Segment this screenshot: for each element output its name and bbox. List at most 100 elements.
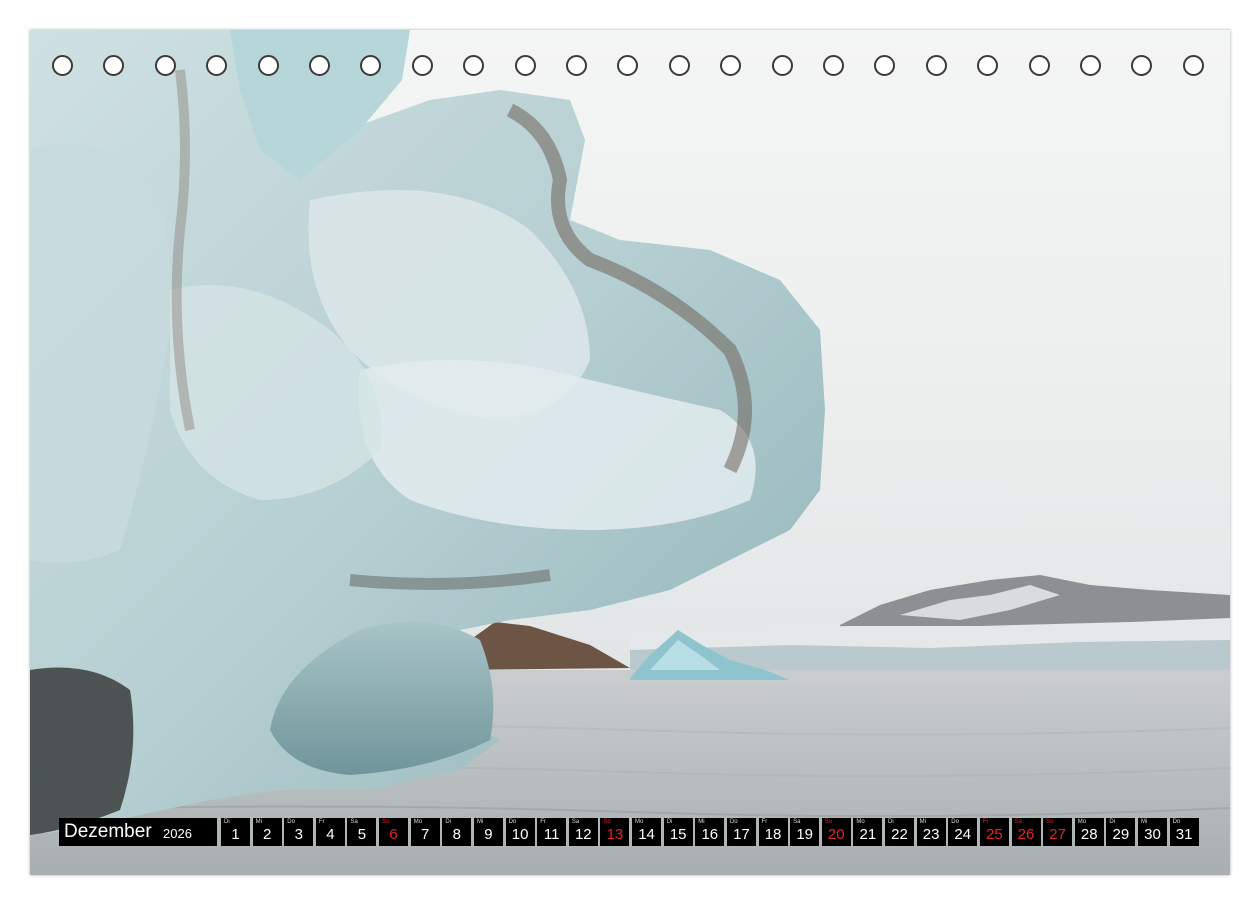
weekday-label: Fr bbox=[318, 819, 325, 825]
binding-hole bbox=[360, 55, 382, 76]
calendar-day: Mi 30 bbox=[1137, 818, 1167, 846]
weekday-label: Do bbox=[287, 819, 295, 825]
binding-hole bbox=[771, 55, 793, 76]
calendar-day: Di 1 bbox=[221, 818, 250, 846]
day-number: 10 bbox=[511, 826, 529, 843]
iceberg-photo bbox=[30, 30, 1230, 875]
calendar-day: Fr 25 bbox=[979, 818, 1009, 846]
day-number: 12 bbox=[574, 826, 592, 843]
day-number: 24 bbox=[954, 826, 972, 843]
day-number: 28 bbox=[1080, 826, 1098, 843]
day-number: 25 bbox=[986, 826, 1003, 843]
binding-hole bbox=[411, 55, 433, 76]
calendar-day: Do 3 bbox=[284, 818, 314, 846]
binding-hole bbox=[668, 55, 690, 76]
month-name: Dezember bbox=[64, 821, 152, 842]
calendar-day: Mi 9 bbox=[473, 818, 503, 846]
weekday-label: Di bbox=[888, 819, 894, 825]
day-number: 7 bbox=[421, 826, 430, 843]
weekday-label: Mo bbox=[635, 819, 644, 825]
day-number: 4 bbox=[326, 826, 335, 843]
day-number: 3 bbox=[294, 826, 303, 843]
day-number: 1 bbox=[231, 826, 240, 843]
day-number: 31 bbox=[1175, 826, 1193, 843]
day-number: 23 bbox=[922, 826, 940, 843]
weekday-label: Mo bbox=[413, 819, 423, 825]
day-number: 14 bbox=[638, 826, 655, 843]
binding-hole bbox=[1131, 55, 1153, 76]
weekday-label: Sa bbox=[1014, 819, 1022, 825]
weekday-label: Di bbox=[1109, 819, 1116, 825]
calendar-strip: Dezember 2026 Di 1 Mi 2 Do 3 Fr 4 Sa 5 So 6 Mo 7 Di 8 Mi… bbox=[59, 818, 1203, 846]
calendar-day: Fr 18 bbox=[758, 818, 788, 846]
calendar-day: Do 17 bbox=[726, 818, 756, 846]
weekday-label: Sa bbox=[793, 819, 801, 825]
calendar-day: Sa 12 bbox=[568, 818, 598, 846]
binding-hole bbox=[463, 55, 485, 76]
weekday-label: Mi bbox=[919, 819, 926, 825]
weekday-label: Do bbox=[951, 819, 959, 825]
weekday-label: Mi bbox=[255, 819, 262, 825]
weekday-label: Mi bbox=[476, 819, 484, 825]
calendar-day: Mi 2 bbox=[252, 818, 282, 846]
binding-hole bbox=[1080, 55, 1101, 76]
weekday-label: Mi bbox=[1140, 819, 1148, 825]
binding-hole bbox=[977, 55, 999, 76]
day-number: 8 bbox=[452, 826, 461, 843]
binding-hole bbox=[514, 55, 536, 76]
day-number: 29 bbox=[1112, 826, 1130, 843]
day-number: 21 bbox=[859, 826, 877, 843]
calendar-page: Dezember 2026 Di 1 Mi 2 Do 3 Fr 4 Sa 5 So 6 Mo 7 Di 8 Mi… bbox=[30, 30, 1230, 875]
weekday-label: Fr bbox=[761, 819, 768, 825]
month-year: 2026 bbox=[163, 826, 192, 841]
day-number: 2 bbox=[262, 826, 272, 843]
binding-hole bbox=[154, 55, 176, 76]
day-number: 19 bbox=[796, 826, 813, 843]
day-number: 13 bbox=[606, 826, 624, 843]
day-number: 15 bbox=[669, 826, 687, 843]
calendar-day: Fr 4 bbox=[315, 818, 345, 846]
binding-hole bbox=[617, 55, 639, 76]
weekday-label: So bbox=[824, 819, 833, 825]
day-number: 6 bbox=[389, 826, 398, 843]
binding-hole bbox=[257, 55, 279, 76]
binding-hole bbox=[823, 55, 844, 76]
weekday-label: So bbox=[603, 819, 611, 825]
calendar-day: Do 31 bbox=[1169, 818, 1199, 846]
binding-hole bbox=[925, 55, 947, 76]
calendar-day: So 27 bbox=[1043, 818, 1073, 846]
calendar-day: Mo 28 bbox=[1074, 818, 1104, 846]
calendar-day: Fr 11 bbox=[537, 818, 567, 846]
calendar-day: Mo 14 bbox=[632, 818, 662, 846]
weekday-label: So bbox=[382, 819, 390, 825]
binding-hole bbox=[566, 55, 587, 76]
day-number: 16 bbox=[701, 826, 719, 843]
day-number: 26 bbox=[1017, 826, 1035, 843]
weekday-label: Do bbox=[729, 819, 738, 825]
weekday-label: Sa bbox=[571, 819, 580, 825]
weekday-label: Sa bbox=[350, 819, 358, 825]
binding-hole bbox=[52, 55, 73, 76]
day-number: 20 bbox=[827, 826, 845, 843]
weekday-label: Fr bbox=[540, 819, 546, 825]
calendar-day: Do 24 bbox=[948, 818, 978, 846]
month-label-box: Dezember 2026 bbox=[59, 818, 217, 846]
calendar-day: Sa 26 bbox=[1011, 818, 1041, 846]
binding-holes bbox=[30, 55, 1230, 81]
binding-hole bbox=[103, 55, 125, 76]
calendar-day: Sa 5 bbox=[347, 818, 377, 846]
weekday-label: Fr bbox=[982, 819, 989, 825]
calendar-day: Di 8 bbox=[442, 818, 472, 846]
calendar-day: Sa 19 bbox=[790, 818, 820, 846]
weekday-label: Di bbox=[666, 819, 673, 825]
binding-hole bbox=[309, 55, 330, 76]
weekday-label: Do bbox=[508, 819, 517, 825]
weekday-label: Di bbox=[224, 819, 230, 825]
calendar-day: Mi 23 bbox=[916, 818, 946, 846]
day-number: 30 bbox=[1144, 826, 1161, 843]
calendar-day: Do 10 bbox=[505, 818, 535, 846]
day-number: 9 bbox=[484, 826, 493, 843]
calendar-day: Di 15 bbox=[663, 818, 693, 846]
weekday-label: So bbox=[1046, 819, 1054, 825]
weekday-label: Mi bbox=[698, 819, 705, 825]
